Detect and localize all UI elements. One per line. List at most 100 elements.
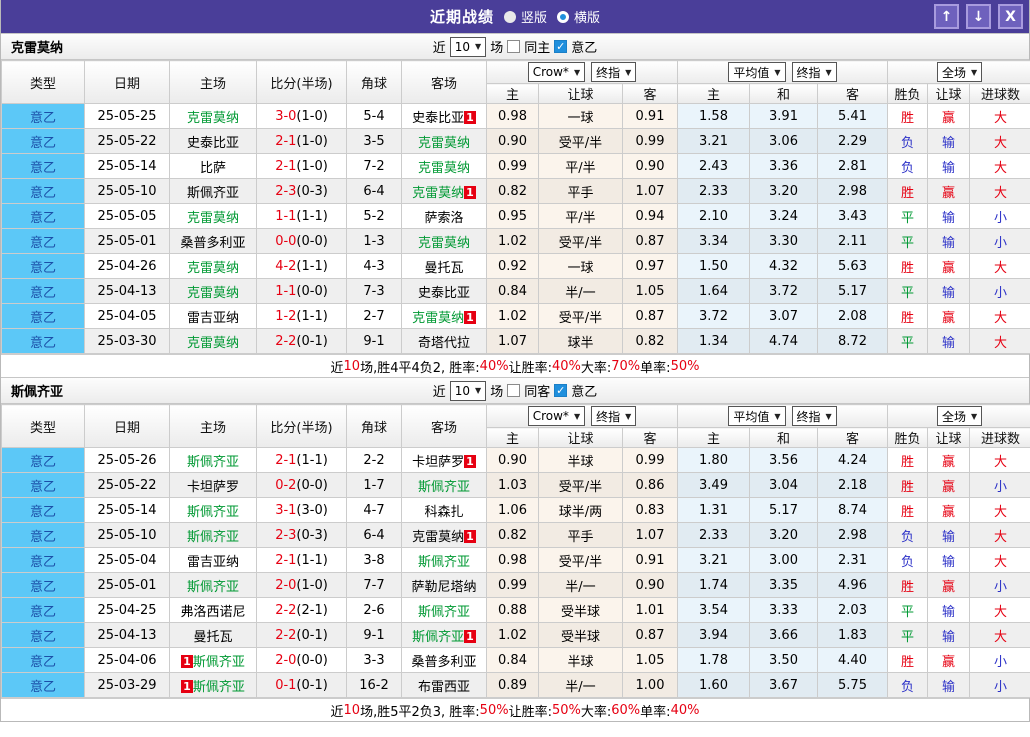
away-team-cell: 萨勒尼塔纳 [402, 573, 487, 598]
avg-draw-cell: 3.36 [750, 154, 818, 179]
fulltime-score: 2-3 [275, 184, 296, 199]
bookmaker-select[interactable]: Crow* ▼ [528, 406, 585, 426]
crow-away-odds-cell: 1.05 [623, 279, 678, 304]
avg-draw-cell: 5.17 [750, 498, 818, 523]
team-name-link[interactable]: 克雷莫纳 [418, 136, 470, 151]
team-name-link[interactable]: 斯佩齐亚 [187, 186, 239, 201]
team-name-link[interactable]: 克雷莫纳 [187, 211, 239, 226]
league-filter-checkbox[interactable]: ✓ [554, 40, 567, 53]
fulltime-score: 1-1 [275, 284, 296, 299]
team-name-link[interactable]: 卡坦萨罗 [187, 480, 239, 495]
match-count-value: 10 [455, 40, 470, 54]
recent-label: 近 [433, 37, 446, 56]
handicap-result-cell: 赢 [928, 254, 970, 279]
layout-radio-vertical[interactable]: 竖版 [504, 7, 547, 26]
team-name-link[interactable]: 卡坦萨罗 [412, 455, 464, 470]
home-team-cell: 克雷莫纳 [170, 279, 257, 304]
team-name-link[interactable]: 比萨 [200, 161, 226, 176]
score-cell: 2-3(0-3) [257, 523, 347, 548]
down-arrow-icon: ↓ [973, 9, 985, 25]
team-name-link[interactable]: 布雷西亚 [418, 680, 470, 695]
league-filter-checkbox[interactable]: ✓ [554, 384, 567, 397]
team-name-link[interactable]: 雷吉亚纳 [187, 555, 239, 570]
team-name-link[interactable]: 斯佩齐亚 [187, 580, 239, 595]
team-name-link[interactable]: 克雷莫纳 [412, 186, 464, 201]
table-row: 意乙25-04-061斯佩齐亚2-0(0-0)3-3桑普多利亚0.84半球1.0… [2, 648, 1030, 673]
move-down-button[interactable]: ↓ [966, 4, 991, 29]
same-venue-checkbox[interactable] [507, 40, 520, 53]
team-name-link[interactable]: 斯佩齐亚 [412, 630, 464, 645]
final-odds-select[interactable]: 终指 ▼ [591, 406, 636, 426]
team-name-link[interactable]: 斯佩齐亚 [418, 480, 470, 495]
team-name-link[interactable]: 斯佩齐亚 [418, 555, 470, 570]
team-name-link[interactable]: 奇塔代拉 [418, 336, 470, 351]
subcol-away-odds: 客 [623, 428, 678, 448]
average-final-odds-select[interactable]: 终指 ▼ [792, 62, 837, 82]
goals-result-cell: 小 [970, 229, 1030, 254]
avg-draw-cell: 3.67 [750, 673, 818, 698]
match-count-select[interactable]: 10 ▼ [450, 381, 486, 401]
team-name-link[interactable]: 斯佩齐亚 [187, 505, 239, 520]
team-name-link[interactable]: 克雷莫纳 [418, 161, 470, 176]
fullmatch-select[interactable]: 全场 ▼ [937, 406, 982, 426]
team-name-link[interactable]: 斯佩齐亚 [193, 680, 245, 695]
section-controls: 近 10 ▼ 场 同主 ✓ 意乙 [1, 37, 1029, 57]
home-team-cell: 克雷莫纳 [170, 204, 257, 229]
team-name-link[interactable]: 克雷莫纳 [418, 236, 470, 251]
bookmaker-select[interactable]: Crow* ▼ [528, 62, 585, 82]
summary-segment: 单率: [640, 357, 670, 376]
average-final-odds-select[interactable]: 终指 ▼ [792, 406, 837, 426]
same-venue-checkbox[interactable] [507, 384, 520, 397]
close-button[interactable]: X [998, 4, 1023, 29]
final-odds-select[interactable]: 终指 ▼ [591, 62, 636, 82]
fulltime-score: 0-0 [275, 234, 296, 249]
team-name-link[interactable]: 曼托瓦 [193, 630, 232, 645]
avg-draw-cell: 3.20 [750, 179, 818, 204]
team-name-link[interactable]: 克雷莫纳 [412, 311, 464, 326]
halftime-score: (1-0) [296, 578, 327, 593]
team-name-link[interactable]: 萨索洛 [424, 211, 463, 226]
team-name-link[interactable]: 斯佩齐亚 [193, 655, 245, 670]
fullmatch-select[interactable]: 全场 ▼ [937, 62, 982, 82]
results-table: 类型 日期 主场 比分(半场) 角球 客场 Crow* ▼ 终指 [1, 60, 1030, 354]
team-name-link[interactable]: 斯佩齐亚 [418, 605, 470, 620]
average-select[interactable]: 平均值 ▼ [728, 406, 785, 426]
team-name-link[interactable]: 桑普多利亚 [180, 236, 245, 251]
team-name-link[interactable]: 史泰比亚 [412, 111, 464, 126]
team-name-link[interactable]: 雷吉亚纳 [187, 311, 239, 326]
average-select[interactable]: 平均值 ▼ [728, 62, 785, 82]
team-name-link[interactable]: 克雷莫纳 [412, 530, 464, 545]
result-cell: 负 [888, 548, 928, 573]
match-count-select[interactable]: 10 ▼ [450, 37, 486, 57]
table-row: 意乙25-05-01斯佩齐亚2-0(1-0)7-7萨勒尼塔纳0.99半/一0.9… [2, 573, 1030, 598]
team-name-link[interactable]: 克雷莫纳 [187, 286, 239, 301]
avg-home-cell: 3.72 [678, 304, 750, 329]
team-name-link[interactable]: 桑普多利亚 [411, 655, 476, 670]
team-name-link[interactable]: 萨勒尼塔纳 [411, 580, 476, 595]
layout-radio-horizontal[interactable]: 横版 [557, 7, 600, 26]
team-name-link[interactable]: 斯佩齐亚 [187, 530, 239, 545]
summary-segment: 40% [671, 703, 700, 718]
subcol-handicap: 让球 [539, 84, 623, 104]
team-name-link[interactable]: 史泰比亚 [418, 286, 470, 301]
team-name-link[interactable]: 曼托瓦 [424, 261, 463, 276]
chevron-down-icon: ▼ [826, 412, 832, 421]
fulltime-score: 2-1 [275, 553, 296, 568]
same-venue-label: 同客 [524, 381, 550, 400]
team-name-link[interactable]: 克雷莫纳 [187, 261, 239, 276]
away-team-cell: 曼托瓦 [402, 254, 487, 279]
score-cell: 1-1(0-0) [257, 279, 347, 304]
move-up-button[interactable]: ↑ [934, 4, 959, 29]
avg-home-cell: 3.54 [678, 598, 750, 623]
team-name-link[interactable]: 克雷莫纳 [187, 336, 239, 351]
team-name-link[interactable]: 弗洛西诺尼 [180, 605, 245, 620]
team-name-link[interactable]: 克雷莫纳 [187, 111, 239, 126]
summary-line: 近10场,胜4平4负2, 胜率:40% 让胜率:40% 大率:70% 单率:50… [1, 354, 1029, 377]
table-row: 意乙25-05-26斯佩齐亚2-1(1-1)2-2卡坦萨罗10.90半球0.99… [2, 448, 1030, 473]
team-name-link[interactable]: 科森扎 [424, 505, 463, 520]
subcol-avg-home: 主 [678, 428, 750, 448]
avg-home-cell: 3.21 [678, 129, 750, 154]
team-name-link[interactable]: 斯佩齐亚 [187, 455, 239, 470]
team-name-link[interactable]: 史泰比亚 [187, 136, 239, 151]
crow-away-odds-cell: 1.07 [623, 179, 678, 204]
